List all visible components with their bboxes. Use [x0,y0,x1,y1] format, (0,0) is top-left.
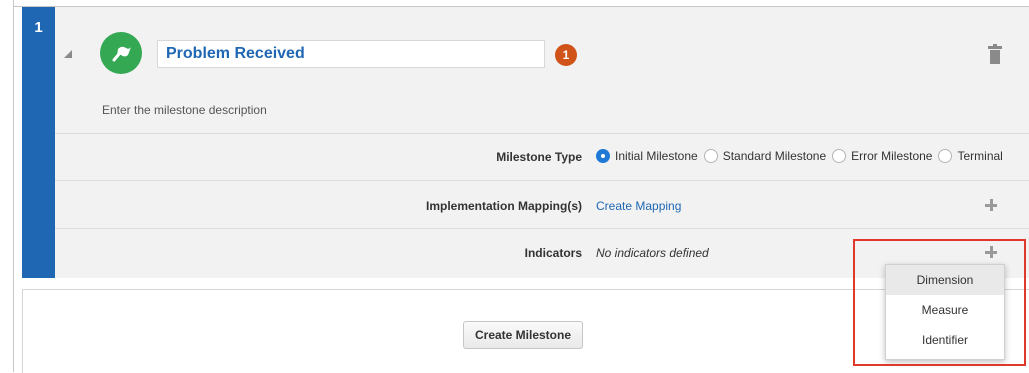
radio-button[interactable] [596,149,610,163]
no-indicators-text: No indicators defined [596,246,709,260]
milestone-type-label: Milestone Type [496,150,582,164]
milestone-count-badge: 1 [555,44,577,66]
divider [55,180,1029,181]
radio-error-milestone[interactable]: Error Milestone [832,149,932,163]
radio-label: Initial Milestone [615,149,698,163]
divider [55,133,1029,134]
milestone-flag-icon [100,32,142,74]
add-mapping-plus-icon[interactable] [985,199,997,211]
highlight-annotation-box [853,239,1026,366]
milestone-type-radio-group: Initial Milestone Standard Milestone Err… [596,146,1009,166]
radio-label: Standard Milestone [722,149,827,163]
radio-initial-milestone[interactable]: Initial Milestone [596,149,698,163]
trash-icon[interactable] [987,44,1003,64]
divider [55,228,1029,229]
radio-label: Terminal [957,149,1003,163]
radio-terminal[interactable]: Terminal [938,149,1003,163]
milestone-description[interactable]: Enter the milestone description [102,103,267,117]
radio-button[interactable] [832,149,847,163]
create-mapping-link[interactable]: Create Mapping [596,199,681,213]
radio-standard-milestone[interactable]: Standard Milestone [703,149,827,163]
implementation-mapping-label: Implementation Mapping(s) [426,199,582,213]
radio-label: Error Milestone [851,149,933,163]
indicators-label: Indicators [524,246,582,260]
radio-button[interactable] [703,149,718,163]
radio-button[interactable] [938,149,953,163]
panel-border-left [13,0,14,372]
milestone-number-bar: 1 [22,7,55,278]
milestone-number: 1 [34,19,43,36]
milestone-name-input[interactable] [157,40,545,68]
create-milestone-button[interactable]: Create Milestone [463,321,583,349]
collapse-triangle-icon[interactable] [64,50,72,58]
